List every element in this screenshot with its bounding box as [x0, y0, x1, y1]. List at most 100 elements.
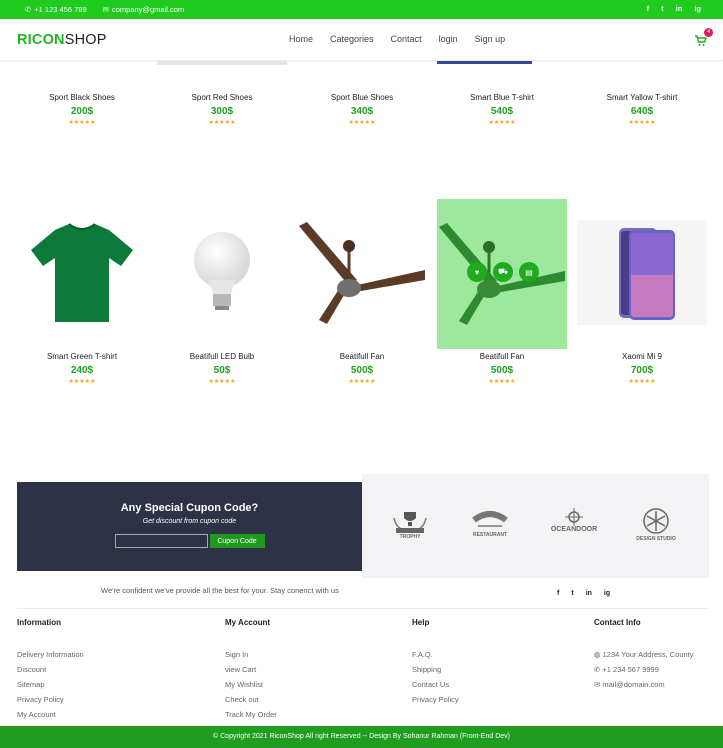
footer-heading: Information — [17, 618, 61, 627]
facebook-icon[interactable]: f — [647, 4, 650, 13]
nav-contact[interactable]: Contact — [391, 34, 422, 44]
coupon-input[interactable] — [114, 534, 208, 548]
rating-stars: ★★★★★ — [488, 120, 516, 126]
product-image-green-tshirt[interactable] — [17, 220, 147, 325]
footer-contact-info: Contact Info ◍ 1234 Your Address, County… — [594, 618, 694, 692]
nav-home[interactable]: Home — [289, 34, 313, 44]
rating-stars: ★★★★★ — [348, 379, 376, 385]
rating-stars: ★★★★★ — [68, 379, 96, 385]
product-image-led-bulb[interactable] — [157, 220, 287, 325]
mail-icon: ✉ — [102, 5, 109, 14]
phone-icon: ✆ — [25, 5, 32, 14]
footer-heading: My Account — [225, 618, 271, 627]
brand-logo-trophy: TROPHY — [386, 508, 434, 546]
coupon-title: Any Special Cupon Code? — [120, 502, 259, 514]
footer-link[interactable]: Delivery Information — [17, 647, 84, 662]
footer-link[interactable]: My Wishlist — [225, 677, 277, 692]
footer-link[interactable]: view Cart — [225, 662, 277, 677]
rating-stars: ★★★★★ — [68, 120, 96, 126]
footer-link[interactable]: F.A.Q. — [412, 647, 459, 662]
linkedin-icon[interactable]: in — [676, 4, 683, 13]
wishlist-heart-icon[interactable]: ♥ — [467, 262, 487, 282]
product-name: Sport Black Shoes — [49, 93, 115, 102]
footer-divider — [17, 608, 709, 609]
coupon-code-button[interactable]: Cupon Code — [209, 534, 265, 548]
footer-link[interactable]: Sign In — [225, 647, 277, 662]
footer-link[interactable]: Privacy Policy — [412, 692, 459, 707]
product-image-ceiling-fan[interactable] — [297, 220, 427, 325]
product-price: 50$ — [213, 365, 231, 376]
globe-icon: ◍ — [594, 650, 601, 659]
product-card[interactable]: Xaomi Mi 9 700$ ★★★★★ — [577, 352, 707, 385]
phone-info: ✆ +1 123 456 789 — [25, 5, 87, 14]
email-info: ✉ company@gmail.com — [102, 5, 185, 14]
coupon-section: Any Special Cupon Code? Get discount fro… — [17, 482, 362, 571]
cart-button[interactable]: 4 — [695, 28, 713, 46]
product-card[interactable]: Smart Green T-shirt 240$ ★★★★★ — [17, 352, 147, 385]
footer-tagline: We're confident we've provide all the be… — [101, 586, 339, 595]
details-document-icon[interactable]: ▤ — [519, 262, 539, 282]
rating-stars: ★★★★★ — [348, 120, 376, 126]
product-card[interactable]: Beatifull Fan 500$ ★★★★★ — [437, 352, 567, 385]
twitter-icon[interactable]: t — [661, 4, 664, 13]
footer-link[interactable]: Check out — [225, 692, 277, 707]
mail-icon: ✉ — [594, 680, 601, 689]
footer-link[interactable]: Shipping — [412, 662, 459, 677]
product-card[interactable]: Sport Blue Shoes 340$ ★★★★★ — [297, 93, 427, 126]
product-card[interactable]: Smart Blue T-shirt 540$ ★★★★★ — [437, 93, 567, 126]
product-card[interactable]: Smart Yallow T-shirt 640$ ★★★★★ — [577, 93, 707, 126]
product-card[interactable]: Beatifull LED Bulb 50$ ★★★★★ — [157, 352, 287, 385]
product-name: Sport Blue Shoes — [330, 93, 394, 102]
contact-address: ◍ 1234 Your Address, County — [594, 650, 694, 659]
product-name: Sport Red Shoes — [191, 93, 253, 102]
contact-email[interactable]: ✉ mail@domain.com — [594, 677, 694, 692]
product-card[interactable]: Beatifull Fan 500$ ★★★★★ — [297, 352, 427, 385]
rating-stars: ★★★★★ — [488, 379, 516, 385]
snowflake-badge-icon — [643, 508, 669, 534]
footer-link[interactable]: My Account — [17, 707, 84, 722]
footer-link[interactable]: Sitemap — [17, 677, 84, 692]
rating-stars: ★★★★★ — [208, 379, 236, 385]
product-price: 500$ — [490, 365, 514, 376]
product-name: Beatifull Fan — [479, 352, 525, 361]
nav-signup[interactable]: Sign up — [475, 34, 506, 44]
rating-stars: ★★★★★ — [628, 120, 656, 126]
rating-stars: ★★★★★ — [208, 120, 236, 126]
footer-my-account: My Account Sign In view Cart My Wishlist… — [225, 618, 277, 722]
logo[interactable]: RICONSHOP — [17, 32, 107, 48]
footer-link[interactable]: Privacy Policy — [17, 692, 84, 707]
brand-logo-restaurant: RESTAURANT — [466, 508, 514, 546]
instagram-icon[interactable]: ig — [604, 590, 610, 597]
coupon-subtitle: Get discount from cupon code — [142, 518, 237, 525]
hover-actions: ♥ ⛟ ▤ — [467, 262, 539, 282]
footer-link[interactable]: Discount — [17, 662, 84, 677]
footer-help: Help F.A.Q. Shipping Contact Us Privacy … — [412, 618, 459, 707]
product-image-cropped — [437, 61, 532, 64]
restaurant-icon — [472, 511, 508, 527]
product-price: 200$ — [70, 106, 94, 117]
add-to-cart-icon[interactable]: ⛟ — [493, 262, 513, 282]
brand-logo-design-studio: DESIGN STUDIO — [632, 508, 680, 546]
product-image-xiaomi-phone[interactable] — [577, 220, 707, 325]
product-card[interactable]: Sport Black Shoes 200$ ★★★★★ — [17, 93, 147, 126]
product-card[interactable]: Sport Red Shoes 300$ ★★★★★ — [157, 93, 287, 126]
product-price: 700$ — [630, 365, 654, 376]
rating-stars: ★★★★★ — [628, 379, 656, 385]
footer-information: Information Delivery Information Discoun… — [17, 618, 84, 722]
brand-logos: TROPHY RESTAURANT OCEANDOOR DESIGN STUDI… — [362, 474, 709, 578]
facebook-icon[interactable]: f — [557, 590, 559, 597]
linkedin-icon[interactable]: in — [586, 590, 592, 597]
instagram-icon[interactable]: ig — [694, 4, 701, 13]
nav-categories[interactable]: Categories — [330, 34, 374, 44]
footer-social: f t in ig — [557, 590, 610, 597]
twitter-icon[interactable]: t — [571, 590, 573, 597]
copyright-bar: © Copyright 2021 RiconShop All right Res… — [0, 726, 723, 748]
cart-icon — [695, 35, 708, 46]
product-price: 540$ — [490, 106, 514, 117]
footer-heading: Help — [412, 618, 430, 627]
footer-link[interactable]: Track My Order — [225, 707, 277, 722]
product-price: 240$ — [70, 365, 94, 376]
nav-login[interactable]: login — [439, 34, 458, 44]
footer-link[interactable]: Contact Us — [412, 677, 459, 692]
phone-icon: ✆ — [594, 665, 601, 674]
